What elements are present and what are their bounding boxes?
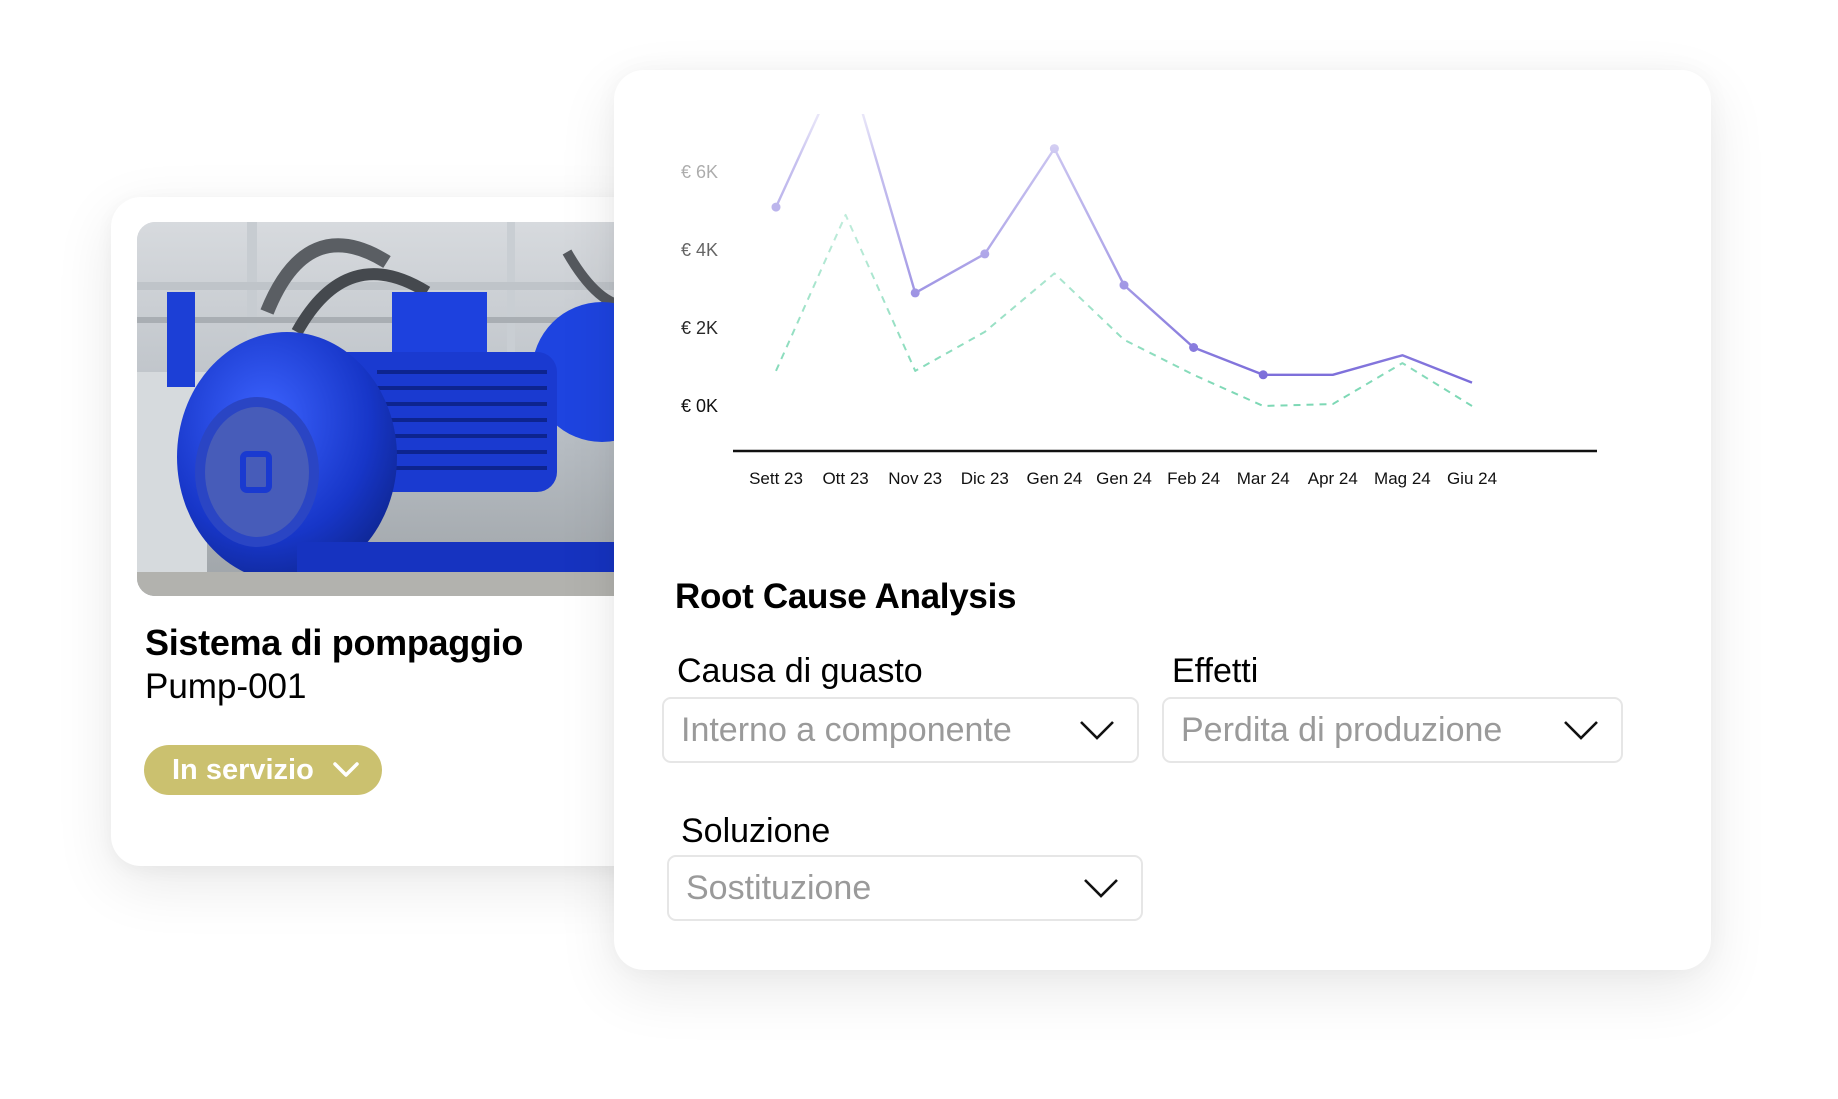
data-point[interactable]	[1119, 280, 1129, 290]
x-tick-label: Dic 23	[961, 469, 1009, 488]
cost-line-chart: € 0K € 2K € 4K € 6K Sett 23 Ott 23 Nov 23 Dic …	[681, 114, 1597, 488]
x-tick-label: Mar 24	[1237, 469, 1290, 488]
data-point[interactable]	[1258, 370, 1268, 380]
solution-label: Soluzione	[681, 812, 831, 850]
asset-id: Pump-001	[145, 667, 307, 706]
x-tick-label: Gen 24	[1027, 469, 1083, 488]
chevron-down-icon	[1080, 721, 1114, 740]
x-tick-label: Nov 23	[888, 469, 942, 488]
series-line-riferimento	[775, 213, 1473, 407]
data-point[interactable]	[980, 249, 990, 259]
effects-dropdown[interactable]: Perdita di produzione	[1162, 697, 1623, 763]
x-tick-label: Giu 24	[1447, 469, 1497, 488]
data-point[interactable]	[1189, 343, 1199, 352]
data-point[interactable]	[910, 288, 920, 298]
status-dropdown[interactable]: In servizio	[144, 745, 382, 795]
chevron-down-icon	[1564, 721, 1598, 740]
y-tick-label: € 4K	[681, 240, 718, 260]
x-tick-label: Apr 24	[1308, 469, 1358, 488]
asset-card: Sistema di pompaggio Pump-001 In servizi…	[111, 197, 671, 866]
y-tick-label: € 2K	[681, 318, 718, 338]
data-point[interactable]	[771, 202, 781, 212]
cause-value: Interno a componente	[681, 710, 1012, 749]
root-cause-analysis-card: € 0K € 2K € 4K € 6K Sett 23 Ott 23 Nov 23 Dic …	[614, 70, 1711, 970]
chevron-down-icon	[1084, 879, 1118, 898]
status-label: In servizio	[172, 753, 314, 786]
data-point[interactable]	[1049, 144, 1059, 154]
cause-dropdown[interactable]: Interno a componente	[662, 697, 1139, 763]
x-tick-label: Sett 23	[749, 469, 803, 488]
chevron-down-icon	[333, 762, 359, 777]
x-tick-label: Feb 24	[1167, 469, 1220, 488]
x-tick-label: Ott 23	[822, 469, 868, 488]
rca-title: Root Cause Analysis	[675, 577, 1017, 616]
effects-value: Perdita di produzione	[1181, 710, 1503, 749]
y-tick-label: € 0K	[681, 396, 718, 416]
x-tick-label: Gen 24	[1096, 469, 1152, 488]
solution-value: Sostituzione	[686, 868, 872, 907]
solution-dropdown[interactable]: Sostituzione	[667, 855, 1143, 921]
effects-label: Effetti	[1172, 652, 1259, 690]
y-tick-label: € 6K	[681, 162, 718, 182]
x-tick-label: Mag 24	[1374, 469, 1431, 488]
cause-label: Causa di guasto	[677, 652, 923, 690]
asset-photo	[137, 222, 657, 596]
series-line-costo	[774, 114, 1473, 384]
asset-title: Sistema di pompaggio	[145, 622, 524, 663]
